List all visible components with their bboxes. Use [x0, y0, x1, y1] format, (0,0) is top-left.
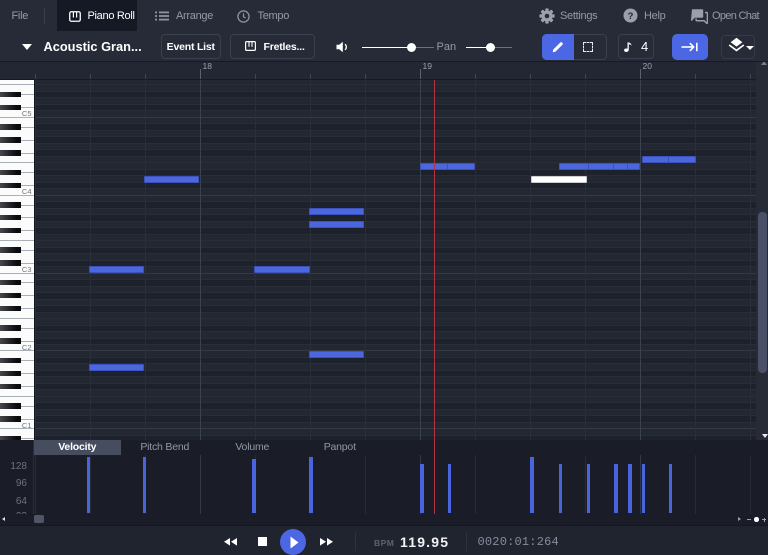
- svg-text:?: ?: [628, 11, 634, 22]
